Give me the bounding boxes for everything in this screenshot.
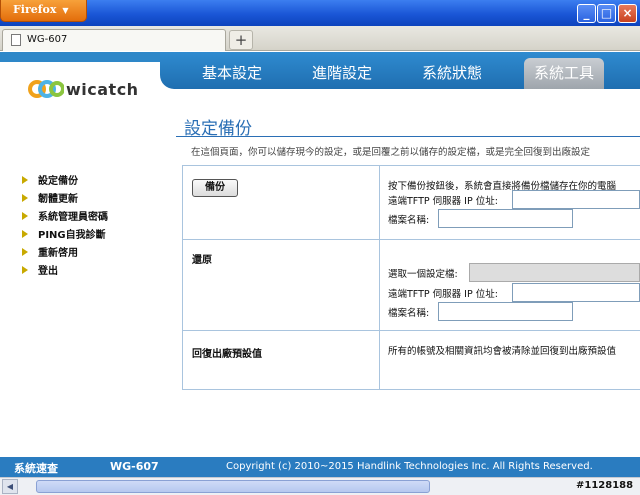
sidebar-item-label: 登出	[38, 266, 58, 277]
wicatch-logo-icon	[28, 80, 64, 98]
page-icon	[11, 34, 21, 46]
logo-text: wicatch	[66, 80, 139, 99]
close-button[interactable]: ×	[618, 4, 637, 23]
sidebar-item-ping[interactable]: PING自我診斷	[22, 226, 106, 241]
restore-filename-label: 檔案名稱:	[388, 308, 430, 319]
row-divider	[182, 389, 640, 390]
new-tab-button[interactable]: +	[229, 30, 253, 50]
bullet-arrow-icon	[22, 266, 28, 274]
firefox-menu-button[interactable]: Firefox ▼	[0, 0, 87, 22]
backup-tftp-input[interactable]	[512, 190, 640, 209]
tab-title: WG-607	[27, 34, 68, 45]
sidebar-item-restart[interactable]: 重新啓用	[22, 244, 78, 259]
browser-tab[interactable]: WG-607	[2, 29, 226, 51]
watermark: #1128188	[576, 480, 634, 491]
column-divider	[379, 165, 380, 390]
sidebar-item-label: 設定備份	[38, 176, 78, 187]
firefox-menu-label: Firefox	[13, 3, 57, 16]
top-nav: 基本設定 進階設定 系統狀態 系統工具	[160, 52, 640, 89]
bullet-arrow-icon	[22, 248, 28, 256]
restore-file-picker[interactable]	[469, 263, 640, 282]
sidebar-item-label: PING自我診斷	[38, 230, 106, 241]
restore-tftp-input[interactable]	[512, 283, 640, 302]
sidebar-item-label: 重新啓用	[38, 248, 78, 259]
page-description: 在這個頁面，你可以儲存現今的設定，或是回覆之前以儲存的設定檔，或是完全回復到出廠…	[191, 147, 591, 158]
nav-advanced-settings[interactable]: 進階設定	[312, 62, 372, 83]
horizontal-scrollbar[interactable]: ◀	[0, 477, 640, 495]
nav-system-status[interactable]: 系統狀態	[422, 62, 482, 83]
scroll-left-icon[interactable]: ◀	[2, 479, 18, 494]
bullet-arrow-icon	[22, 230, 28, 238]
sidebar-item-label: 韌體更新	[38, 194, 78, 205]
footer-copyright: Copyright (c) 2010~2015 Handlink Technol…	[226, 461, 593, 472]
bullet-arrow-icon	[22, 194, 28, 202]
sidebar-item-label: 系統管理員密碼	[38, 212, 108, 223]
row-divider	[182, 330, 640, 331]
scrollbar-thumb[interactable]	[36, 480, 430, 493]
title-divider	[176, 136, 640, 137]
backup-tftp-label: 遠端TFTP 伺服器 IP 位址:	[388, 196, 498, 207]
bullet-arrow-icon	[22, 176, 28, 184]
backup-button[interactable]: 備份	[192, 179, 238, 197]
factory-reset-label: 回復出廠預設值	[192, 349, 262, 360]
footer-quick-link[interactable]: 系統速查	[14, 460, 58, 476]
maximize-button[interactable]: □	[597, 4, 616, 23]
backup-filename-label: 檔案名稱:	[388, 215, 430, 226]
sidebar-item-firmware-update[interactable]: 韌體更新	[22, 190, 78, 205]
restore-tftp-label: 遠端TFTP 伺服器 IP 位址:	[388, 289, 498, 300]
footer-model: WG-607	[110, 460, 159, 473]
dropdown-arrow-icon: ▼	[62, 5, 69, 15]
nav-system-tools[interactable]: 系統工具	[524, 58, 604, 89]
minimize-button[interactable]: _	[577, 4, 596, 23]
factory-reset-description: 所有的帳號及相關資訊均會被清除並回復到出廠預設值	[388, 346, 617, 357]
restore-filename-input[interactable]	[438, 302, 573, 321]
sidebar-item-config-backup[interactable]: 設定備份	[22, 172, 78, 187]
window-titlebar: Firefox ▼ _ □ ×	[0, 0, 640, 26]
row-divider	[182, 239, 640, 240]
footer: 系統速查 WG-607 Copyright (c) 2010~2015 Hand…	[0, 457, 640, 477]
backup-filename-input[interactable]	[438, 209, 573, 228]
sidebar-item-admin-password[interactable]: 系統管理員密碼	[22, 208, 108, 223]
sidebar-item-logout[interactable]: 登出	[22, 262, 58, 277]
restore-label: 還原	[192, 255, 212, 266]
bullet-arrow-icon	[22, 212, 28, 220]
restore-select-file-label: 選取一個設定檔:	[388, 269, 458, 280]
nav-basic-settings[interactable]: 基本設定	[202, 62, 262, 83]
tab-strip: WG-607 +	[0, 26, 640, 51]
